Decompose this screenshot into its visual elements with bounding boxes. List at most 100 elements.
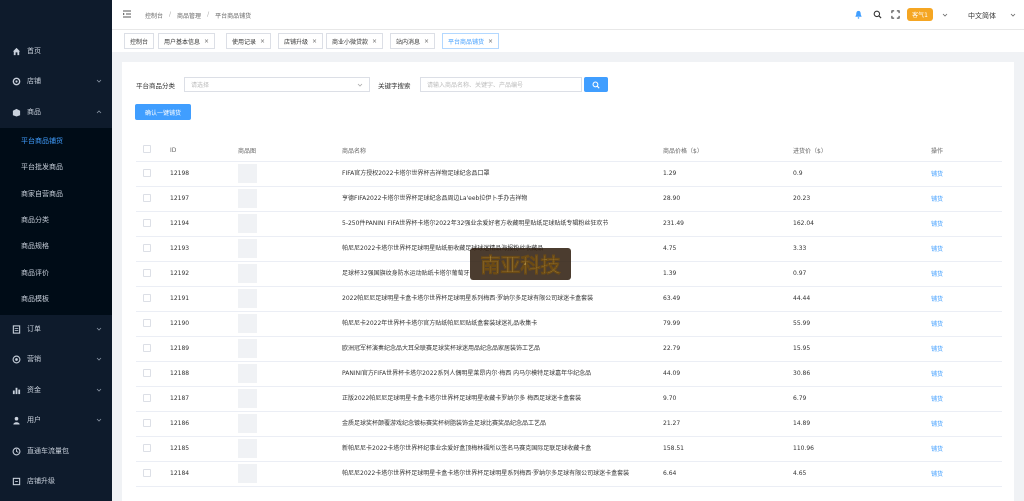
row-checkbox[interactable] <box>143 268 151 277</box>
sidebar-item-order[interactable]: 订单 <box>0 318 112 340</box>
sidebar-sub-category[interactable]: 商品分类 <box>0 209 112 231</box>
keyword-search-label: 关键字搜索 <box>378 82 411 90</box>
sidebar-sub-review[interactable]: 商品评价 <box>0 262 112 284</box>
chevron-down-icon[interactable] <box>1010 12 1016 18</box>
distribute-link[interactable]: 铺货 <box>931 396 943 403</box>
cell-action: 铺货 <box>931 236 1002 262</box>
distribute-link[interactable]: 铺货 <box>931 346 943 353</box>
row-checkbox[interactable] <box>143 193 151 202</box>
sidebar-item-goods[interactable]: 商品 <box>0 101 112 123</box>
cell-action: 铺货 <box>931 361 1002 387</box>
row-checkbox[interactable] <box>143 443 151 452</box>
distribute-link[interactable]: 铺货 <box>931 446 943 453</box>
close-icon[interactable]: × <box>424 38 429 45</box>
sidebar-item-upgrade[interactable]: 店铺升级 <box>0 470 112 492</box>
distribute-link[interactable]: 铺货 <box>931 371 943 378</box>
sidebar-item-traffic[interactable]: 直通车流量包 <box>0 440 112 462</box>
cell-id: 12188 <box>170 361 238 387</box>
table-row[interactable]: 12184 帕尼尼2022卡塔尔世界杯足球明星卡盒卡塔尔世界杯足球明星系列梅西·罗… <box>136 461 1002 487</box>
sidebar-item-finance[interactable]: 资金 <box>0 379 112 401</box>
row-checkbox[interactable] <box>143 343 151 352</box>
select-all-checkbox[interactable] <box>143 145 151 154</box>
tabs-bar: 控制台 用户基本信息 × 使用记录 × 店铺升级 × 商业小微贷款 × 站内消息 × 平台… <box>112 30 1024 52</box>
row-checkbox[interactable] <box>143 468 151 477</box>
close-icon[interactable]: × <box>372 38 377 45</box>
close-icon[interactable]: × <box>312 38 317 45</box>
fullscreen-icon[interactable] <box>891 10 900 19</box>
distribute-link[interactable]: 铺货 <box>931 246 943 253</box>
sidebar-sub-wholesale[interactable]: 平台批发商品 <box>0 156 112 178</box>
sidebar-item-user[interactable]: 用户 <box>0 409 112 431</box>
cell-price: 63.49 <box>663 286 793 312</box>
row-checkbox[interactable] <box>143 293 151 302</box>
sidebar-item-store[interactable]: 店铺 <box>0 70 112 92</box>
close-icon[interactable]: × <box>260 38 265 45</box>
search-button[interactable] <box>584 77 608 92</box>
cell-image <box>238 236 342 262</box>
table-row[interactable]: 12190 帕尼尼卡2022年世界杯卡塔尔官方贴纸帕尼尼贴纸盒套装球迷礼品收集卡 7… <box>136 311 1002 337</box>
table-row[interactable]: 12198 FIFA官方授权2022卡塔尔世界杯吉祥物足球纪念品口罩 1.29 0.9… <box>136 161 1002 187</box>
menu-fold-icon[interactable] <box>122 9 132 19</box>
tab-messages[interactable]: 站内消息 × <box>390 33 436 49</box>
cell-name: 金质足球奖杯颠覆游戏纪念镀标赛奖杯树脂装饰金足球比赛奖品纪念品工艺品 <box>342 411 663 437</box>
distribute-link[interactable]: 铺货 <box>931 296 943 303</box>
distribute-link[interactable]: 铺货 <box>931 171 943 178</box>
marketing-icon <box>12 355 21 364</box>
tab-store-upgrade[interactable]: 店铺升级 × <box>278 33 324 49</box>
product-thumbnail <box>238 364 257 383</box>
table-row[interactable]: 12185 新帕尼尼卡2022卡塔尔世界杯纪事业余爱好盒顶梅林福所以签名马赛克国际… <box>136 436 1002 462</box>
distribute-link[interactable]: 铺货 <box>931 321 943 328</box>
keyword-input[interactable]: 请输入商品名称、关键字、产品编号 <box>420 77 582 92</box>
table-row[interactable]: 12188 PANINI官方FIFA世界杯卡塔尔2022系列人偶明星莱昂内尔·梅西… <box>136 361 1002 387</box>
row-checkbox[interactable] <box>143 243 151 252</box>
row-checkbox[interactable] <box>143 318 151 327</box>
breadcrumb-item[interactable]: 商品管理 <box>177 11 201 20</box>
chevron-down-icon[interactable] <box>942 12 948 18</box>
sidebar-item-marketing[interactable]: 营销 <box>0 348 112 370</box>
distribute-link[interactable]: 铺货 <box>931 471 943 478</box>
cell-cost: 4.65 <box>793 461 931 487</box>
row-checkbox[interactable] <box>143 393 151 402</box>
close-icon[interactable]: × <box>204 38 209 45</box>
tab-user-info[interactable]: 用户基本信息 × <box>158 33 216 49</box>
table-row[interactable]: 12189 欧洲冠军杯演奏纪念品大耳朵联赛足球奖杯球迷用品纪念品家居装饰工艺品 22… <box>136 336 1002 362</box>
row-checkbox[interactable] <box>143 168 151 177</box>
cell-image <box>238 386 342 412</box>
table-row[interactable]: 12194 5-250件PANINI FIFA世界杯卡塔尔2022年32强业余爱好… <box>136 211 1002 237</box>
table-row[interactable]: 12186 金质足球奖杯颠覆游戏纪念镀标赛奖杯树脂装饰金足球比赛奖品纪念品工艺品 2… <box>136 411 1002 437</box>
row-checkbox[interactable] <box>143 218 151 227</box>
sidebar-sub-template[interactable]: 商品模板 <box>0 288 112 310</box>
sidebar-sub-platform-goods[interactable]: 平台商品铺货 <box>0 130 112 152</box>
bulk-distribute-button[interactable]: 确认一键铺货 <box>135 104 191 120</box>
user-badge-button[interactable]: 客气1 <box>907 8 933 21</box>
sidebar-sub-self-goods[interactable]: 商家自营商品 <box>0 183 112 205</box>
breadcrumb-item[interactable]: 控制台 <box>145 11 163 20</box>
tab-usage-record[interactable]: 使用记录 × <box>226 33 272 49</box>
search-icon[interactable] <box>873 10 882 19</box>
close-icon[interactable]: × <box>488 38 493 45</box>
language-select[interactable]: 中文简体 <box>968 11 996 21</box>
distribute-link[interactable]: 铺货 <box>931 421 943 428</box>
tab-console[interactable]: 控制台 <box>124 33 155 49</box>
tab-platform-goods[interactable]: 平台商品铺货 × <box>442 33 500 49</box>
tab-loan[interactable]: 商业小微贷款 × <box>326 33 384 49</box>
table-row[interactable]: 12197 亨德FIFA2022卡塔尔世界杯足球纪念品周边La'eeb拉伊卜手办吉… <box>136 186 1002 212</box>
distribute-link[interactable]: 铺货 <box>931 271 943 278</box>
col-action: 操作 <box>931 140 1002 162</box>
distribute-link[interactable]: 铺货 <box>931 221 943 228</box>
sidebar-sub-spec[interactable]: 商品规格 <box>0 235 112 257</box>
chevron-up-icon <box>96 110 102 114</box>
bell-icon[interactable] <box>854 10 863 19</box>
row-checkbox[interactable] <box>143 418 151 427</box>
row-checkbox[interactable] <box>143 368 151 377</box>
table-row[interactable]: 12191 2022帕尼尼足球明星卡盒卡塔尔世界杯足球明星系列梅西·罗纳尔多足球有… <box>136 286 1002 312</box>
table-row[interactable]: 12187 正版2022帕尼尼足球明星卡盒卡塔尔世界杯足球明星收藏卡罗纳尔多 梅西… <box>136 386 1002 412</box>
sidebar-item-home[interactable]: 首页 <box>0 40 112 62</box>
cell-id: 12189 <box>170 336 238 362</box>
cell-image <box>238 161 342 187</box>
chevron-down-icon <box>96 79 102 83</box>
distribute-link[interactable]: 铺货 <box>931 196 943 203</box>
category-select[interactable]: 请选择 <box>184 77 370 92</box>
sidebar-item-label: 商品 <box>27 108 41 116</box>
cell-name: 亨德FIFA2022卡塔尔世界杯足球纪念品周边La'eeb拉伊卜手办吉祥物 <box>342 186 663 212</box>
